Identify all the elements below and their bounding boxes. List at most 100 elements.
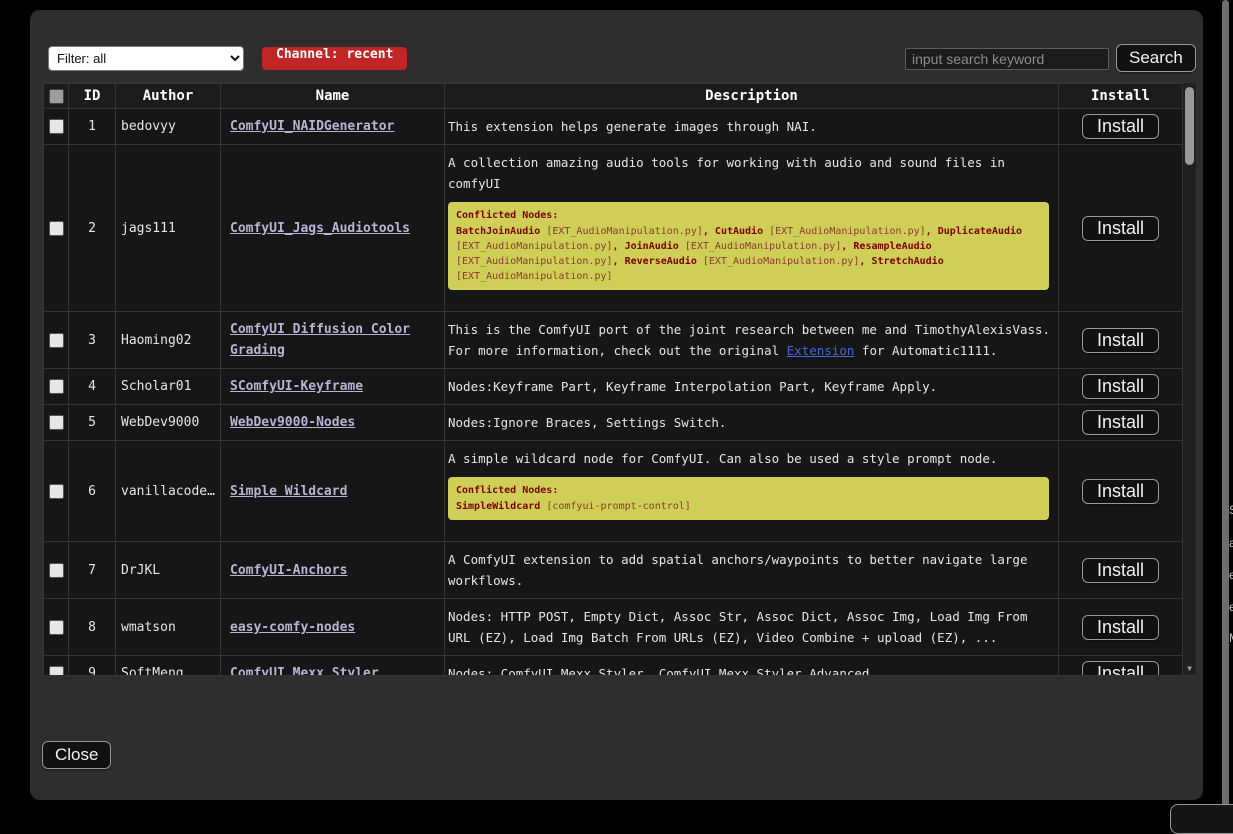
row-checkbox[interactable] [49, 415, 64, 430]
install-button[interactable]: Install [1082, 328, 1159, 353]
extension-name-link[interactable]: ComfyUI_Mexx_Styler [230, 666, 379, 676]
table-scrollbar[interactable]: ▼ [1182, 83, 1196, 675]
page-scrollbar[interactable] [1222, 0, 1229, 815]
extension-name-link[interactable]: ComfyUI_NAIDGenerator [230, 119, 394, 134]
row-description: Nodes: ComfyUI Mexx Styler, ComfyUI Mexx… [445, 656, 1059, 677]
select-all-checkbox[interactable] [49, 89, 64, 104]
description-text: A collection amazing audio tools for wor… [448, 155, 1005, 191]
row-author: Haoming02 [116, 312, 221, 369]
row-name-cell: ComfyUI-Anchors [221, 542, 445, 599]
description-text: Nodes: ComfyUI Mexx Styler, ComfyUI Mexx… [448, 666, 869, 676]
row-checkbox[interactable] [49, 379, 64, 394]
row-author: DrJKL [116, 542, 221, 599]
close-button[interactable]: Close [42, 741, 111, 769]
description-text: Nodes: HTTP POST, Empty Dict, Assoc Str,… [448, 609, 1027, 645]
row-id: 9 [69, 656, 116, 677]
row-install-cell: Install [1059, 441, 1183, 542]
row-description: Nodes: HTTP POST, Empty Dict, Assoc Str,… [445, 599, 1059, 656]
extension-name-link[interactable]: SComfyUI-Keyframe [230, 379, 363, 394]
row-description: Nodes:Keyframe Part, Keyframe Interpolat… [445, 369, 1059, 405]
row-description: Nodes:Ignore Braces, Settings Switch. [445, 405, 1059, 441]
search-input[interactable] [905, 48, 1109, 70]
row-checkbox[interactable] [49, 333, 64, 348]
conflict-node-source: [EXT_AudioManipulation.py] [685, 241, 842, 252]
custom-nodes-table-container: ID Author Name Description Install 1bedo… [42, 82, 1197, 676]
extension-name-link[interactable]: ComfyUI-Anchors [230, 563, 347, 578]
menu-text-fragment: a [1229, 536, 1233, 550]
table-row: 9SoftMeng ComfyUI_Mexx_Styler Nodes: Comfy… [44, 656, 1183, 677]
conflict-node-source: [EXT_AudioManipulation.py] [456, 241, 613, 252]
conflict-node-name: SimpleWildcard [456, 501, 540, 512]
row-install-cell: Install [1059, 599, 1183, 656]
conflict-node-source: [EXT_AudioManipulation.py] [456, 256, 613, 267]
row-checkbox[interactable] [49, 119, 64, 134]
col-header-name: Name [221, 84, 445, 109]
scroll-down-arrow-icon[interactable]: ▼ [1183, 664, 1196, 674]
extension-name-link[interactable]: WebDev9000-Nodes [230, 415, 355, 430]
description-text: A simple wildcard node for ComfyUI. Can … [448, 451, 997, 466]
extension-name-link[interactable]: Simple Wildcard [230, 484, 347, 499]
row-name-cell: easy-comfy-nodes [221, 599, 445, 656]
table-row: 1bedovyyComfyUI_NAIDGeneratorThis extens… [44, 109, 1183, 145]
row-name-cell: ComfyUI_Mexx_Styler [221, 656, 445, 677]
col-header-author: Author [116, 84, 221, 109]
col-header-id: ID [69, 84, 116, 109]
conflict-node-name: ResampleAudio [853, 241, 931, 252]
install-button[interactable]: Install [1082, 661, 1159, 676]
table-row: 2jags111ComfyUI_Jags_AudiotoolsA collect… [44, 145, 1183, 312]
select-all-header-cell [44, 84, 69, 109]
description-text: Nodes:Ignore Braces, Settings Switch. [448, 415, 726, 430]
conflict-items: SimpleWildcard [comfyui-prompt-control] [456, 499, 1041, 514]
row-id: 5 [69, 405, 116, 441]
row-checkbox-cell [44, 656, 69, 677]
extension-name-link[interactable]: easy-comfy-nodes [230, 620, 355, 635]
row-checkbox-cell [44, 109, 69, 145]
install-button[interactable]: Install [1082, 615, 1159, 640]
row-description: A collection amazing audio tools for wor… [445, 145, 1059, 312]
row-checkbox[interactable] [49, 563, 64, 578]
search-button[interactable]: Search [1116, 44, 1196, 72]
install-button[interactable]: Install [1082, 558, 1159, 583]
partial-corner-button [1170, 804, 1233, 834]
row-checkbox-cell [44, 369, 69, 405]
install-button[interactable]: Install [1082, 479, 1159, 504]
extension-name-link[interactable]: ComfyUI_Jags_Audiotools [230, 221, 410, 236]
install-custom-nodes-dialog: Filter: all Channel: recent Search ID Au… [30, 10, 1203, 800]
row-checkbox[interactable] [49, 666, 64, 676]
filter-select[interactable]: Filter: all [48, 46, 244, 71]
row-author: bedovyy [116, 109, 221, 145]
row-checkbox[interactable] [49, 221, 64, 236]
conflict-node-name: JoinAudio [625, 241, 679, 252]
row-author: jags111 [116, 145, 221, 312]
row-description: This is the ComfyUI port of the joint re… [445, 312, 1059, 369]
conflict-node-name: BatchJoinAudio [456, 226, 540, 237]
description-text: This extension helps generate images thr… [448, 119, 817, 134]
description-text: A ComfyUI extension to add spatial ancho… [448, 552, 1027, 588]
row-author: SoftMeng [116, 656, 221, 677]
row-checkbox[interactable] [49, 484, 64, 499]
install-button[interactable]: Install [1082, 374, 1159, 399]
conflict-node-name: ReverseAudio [625, 256, 697, 267]
table-row: 4Scholar01SComfyUI-KeyframeNodes:Keyfram… [44, 369, 1183, 405]
custom-nodes-table: ID Author Name Description Install 1bedo… [43, 83, 1183, 676]
conflict-node-source: [comfyui-prompt-control] [546, 501, 691, 512]
row-checkbox-cell [44, 145, 69, 312]
extension-name-link[interactable]: ComfyUI Diffusion Color Grading [230, 322, 410, 358]
description-link[interactable]: Extension [787, 343, 855, 358]
conflicted-nodes-warning: Conflicted Nodes:BatchJoinAudio [EXT_Aud… [448, 202, 1049, 290]
row-install-cell: Install [1059, 312, 1183, 369]
row-install-cell: Install [1059, 656, 1183, 677]
install-button[interactable]: Install [1082, 216, 1159, 241]
conflict-node-source: [EXT_AudioManipulation.py] [703, 256, 860, 267]
row-install-cell: Install [1059, 542, 1183, 599]
install-button[interactable]: Install [1082, 410, 1159, 435]
table-row: 5WebDev9000WebDev9000-NodesNodes:Ignore … [44, 405, 1183, 441]
table-scrollbar-thumb[interactable] [1185, 87, 1194, 165]
row-name-cell: Simple Wildcard [221, 441, 445, 542]
row-description: A simple wildcard node for ComfyUI. Can … [445, 441, 1059, 542]
conflict-node-name: StretchAudio [871, 256, 943, 267]
row-name-cell: ComfyUI Diffusion Color Grading [221, 312, 445, 369]
install-button[interactable]: Install [1082, 114, 1159, 139]
row-id: 3 [69, 312, 116, 369]
row-checkbox[interactable] [49, 620, 64, 635]
